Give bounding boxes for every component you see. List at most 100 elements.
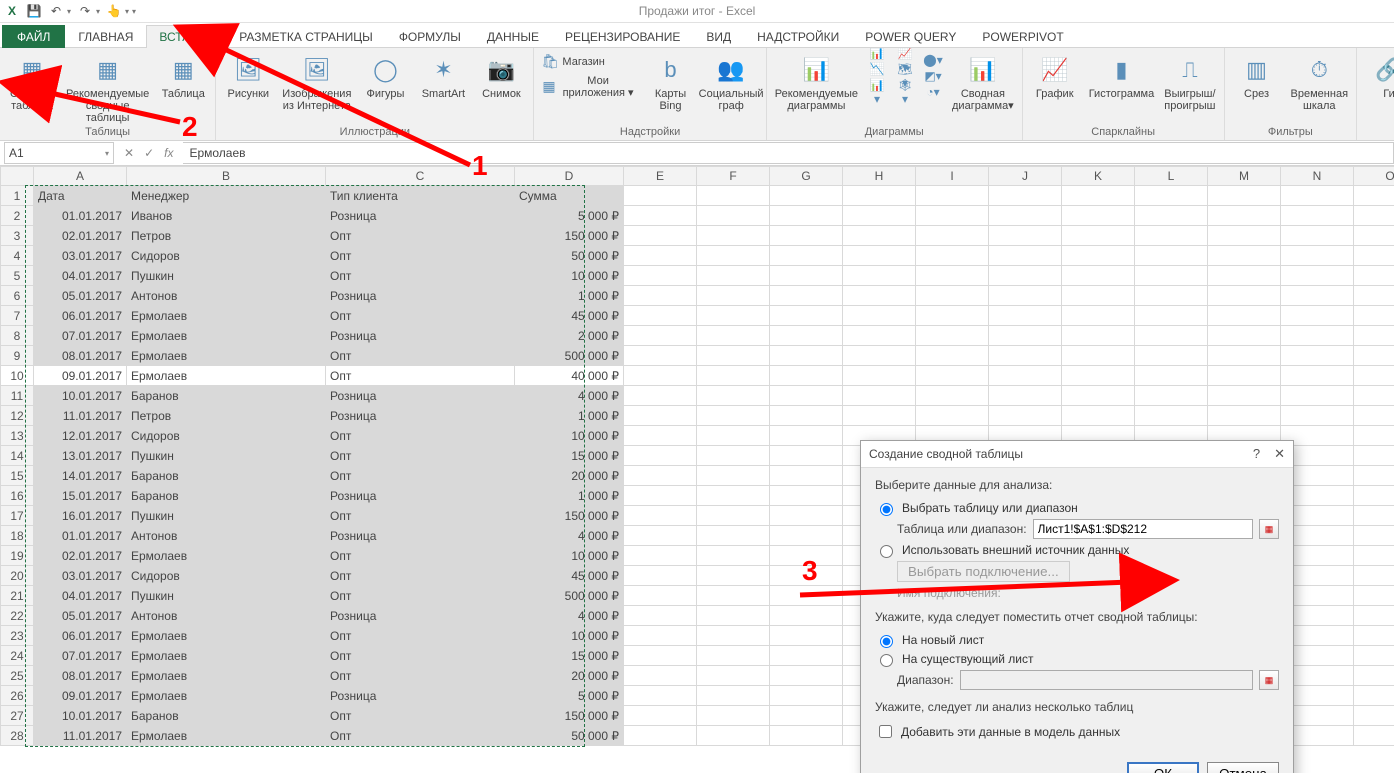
cell[interactable] bbox=[770, 246, 843, 266]
cell[interactable] bbox=[916, 386, 989, 406]
chart-type-icon[interactable]: ◩▾ bbox=[922, 68, 944, 84]
cell[interactable] bbox=[1208, 286, 1281, 306]
cell[interactable] bbox=[770, 506, 843, 526]
chart-type-icon[interactable]: ◔▾ bbox=[922, 84, 944, 100]
pivot-chart-button[interactable]: 📊Сводная диаграмма▾ bbox=[950, 52, 1016, 114]
cell[interactable]: 45 000 ₽ bbox=[515, 566, 624, 586]
cell[interactable] bbox=[1354, 266, 1394, 286]
cell[interactable]: 01.01.2017 bbox=[34, 206, 127, 226]
cell[interactable] bbox=[624, 246, 697, 266]
cell[interactable]: 4 000 ₽ bbox=[515, 526, 624, 546]
cell[interactable]: Розница bbox=[326, 526, 515, 546]
cell[interactable] bbox=[989, 206, 1062, 226]
enter-formula-icon[interactable]: ✓ bbox=[144, 146, 154, 160]
cell[interactable] bbox=[697, 426, 770, 446]
cell[interactable]: Ермолаев bbox=[127, 646, 326, 666]
cell[interactable] bbox=[697, 406, 770, 426]
cell[interactable]: Антонов bbox=[127, 286, 326, 306]
cell[interactable] bbox=[624, 286, 697, 306]
cell[interactable] bbox=[843, 406, 916, 426]
cell[interactable] bbox=[1354, 186, 1394, 206]
cell[interactable] bbox=[1208, 406, 1281, 426]
cell[interactable] bbox=[697, 626, 770, 646]
cell[interactable] bbox=[697, 466, 770, 486]
cell[interactable] bbox=[770, 726, 843, 746]
cell[interactable]: 08.01.2017 bbox=[34, 346, 127, 366]
tab-вид[interactable]: ВИД bbox=[693, 25, 744, 48]
cell[interactable]: 15 000 ₽ bbox=[515, 446, 624, 466]
cell[interactable] bbox=[770, 406, 843, 426]
cell[interactable] bbox=[770, 646, 843, 666]
tab-формулы[interactable]: ФОРМУЛЫ bbox=[386, 25, 474, 48]
formula-input[interactable]: Ермолаев bbox=[183, 142, 1394, 164]
cell[interactable] bbox=[697, 266, 770, 286]
cell[interactable] bbox=[697, 306, 770, 326]
col-header-I[interactable]: I bbox=[916, 167, 989, 186]
cell[interactable] bbox=[916, 326, 989, 346]
cell[interactable]: Петров bbox=[127, 406, 326, 426]
cell[interactable]: 03.01.2017 bbox=[34, 246, 127, 266]
cell[interactable] bbox=[770, 326, 843, 346]
cell[interactable]: Опт bbox=[326, 226, 515, 246]
cell[interactable] bbox=[1354, 346, 1394, 366]
row-header[interactable]: 2 bbox=[1, 206, 34, 226]
cell[interactable] bbox=[989, 226, 1062, 246]
cell[interactable] bbox=[770, 206, 843, 226]
cell[interactable] bbox=[1281, 266, 1354, 286]
cell[interactable] bbox=[770, 466, 843, 486]
cell[interactable] bbox=[1135, 266, 1208, 286]
cell[interactable] bbox=[1208, 386, 1281, 406]
cell[interactable]: 13.01.2017 bbox=[34, 446, 127, 466]
recommended-charts-button[interactable]: 📊Рекомендуемые диаграммы bbox=[773, 52, 860, 114]
cell[interactable] bbox=[1354, 546, 1394, 566]
cell[interactable] bbox=[843, 306, 916, 326]
cell[interactable]: Розница bbox=[326, 606, 515, 626]
cell[interactable] bbox=[1208, 346, 1281, 366]
row-header[interactable]: 19 bbox=[1, 546, 34, 566]
tab-вставка[interactable]: ВСТАВКА bbox=[146, 25, 226, 48]
cell[interactable] bbox=[1281, 206, 1354, 226]
cell[interactable]: 11.01.2017 bbox=[34, 406, 127, 426]
cell[interactable] bbox=[1354, 206, 1394, 226]
cell[interactable] bbox=[770, 186, 843, 206]
график-button[interactable]: 📈График bbox=[1029, 52, 1081, 102]
cell[interactable]: Опт bbox=[326, 626, 515, 646]
cell[interactable] bbox=[1208, 206, 1281, 226]
cell[interactable] bbox=[843, 346, 916, 366]
рисунки-button[interactable]: 🖼Рисунки bbox=[222, 52, 274, 102]
cell[interactable] bbox=[989, 366, 1062, 386]
cell[interactable]: 09.01.2017 bbox=[34, 366, 127, 386]
cell[interactable] bbox=[1281, 286, 1354, 306]
cell[interactable]: 150 000 ₽ bbox=[515, 706, 624, 726]
cell[interactable] bbox=[916, 346, 989, 366]
col-header-G[interactable]: G bbox=[770, 167, 843, 186]
radio-new-sheet[interactable]: На новый лист bbox=[875, 632, 1279, 648]
cell[interactable] bbox=[843, 386, 916, 406]
row-header[interactable]: 16 bbox=[1, 486, 34, 506]
cell[interactable] bbox=[624, 566, 697, 586]
col-header-F[interactable]: F bbox=[697, 167, 770, 186]
cell[interactable] bbox=[989, 186, 1062, 206]
row-header[interactable]: 25 bbox=[1, 666, 34, 686]
cell[interactable] bbox=[1354, 446, 1394, 466]
cell[interactable]: Петров bbox=[127, 226, 326, 246]
cell[interactable]: 1 000 ₽ bbox=[515, 486, 624, 506]
cell[interactable] bbox=[1208, 226, 1281, 246]
select-all-corner[interactable] bbox=[1, 167, 34, 186]
col-header-H[interactable]: H bbox=[843, 167, 916, 186]
ok-button[interactable]: ОК bbox=[1127, 762, 1199, 773]
cell[interactable]: Баранов bbox=[127, 466, 326, 486]
cell[interactable]: Сумма bbox=[515, 186, 624, 206]
save-icon[interactable]: 💾 bbox=[26, 3, 42, 19]
cell[interactable]: 12.01.2017 bbox=[34, 426, 127, 446]
tab-рецензирование[interactable]: РЕЦЕНЗИРОВАНИЕ bbox=[552, 25, 693, 48]
cell[interactable]: 10.01.2017 bbox=[34, 706, 127, 726]
cell[interactable]: 150 000 ₽ bbox=[515, 226, 624, 246]
временная-button[interactable]: ⏱Временная шкала bbox=[1289, 52, 1350, 114]
cell[interactable] bbox=[697, 666, 770, 686]
cell[interactable] bbox=[1208, 366, 1281, 386]
cell[interactable] bbox=[1208, 306, 1281, 326]
cell[interactable] bbox=[624, 186, 697, 206]
cell[interactable] bbox=[1208, 266, 1281, 286]
cell[interactable] bbox=[770, 346, 843, 366]
